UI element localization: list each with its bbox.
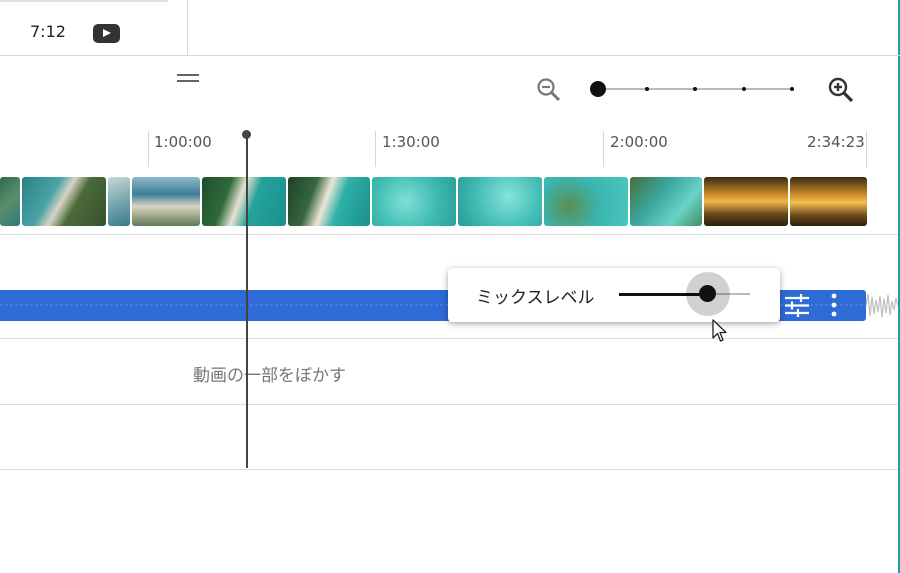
zoom-in-icon[interactable] bbox=[827, 76, 855, 104]
mix-level-popup: ミックスレベル bbox=[448, 268, 780, 322]
ruler-label: 2:34:23 bbox=[807, 133, 865, 151]
mix-level-knob[interactable] bbox=[699, 285, 716, 302]
playhead-handle[interactable] bbox=[242, 130, 251, 139]
timeline-bottom-border bbox=[0, 469, 898, 470]
video-duration: 7:12 bbox=[30, 22, 66, 41]
ruler-label: 1:00:00 bbox=[154, 133, 212, 151]
track-divider bbox=[0, 404, 898, 405]
header-divider bbox=[187, 0, 188, 55]
video-thumbnail bbox=[372, 177, 456, 226]
blur-track-label[interactable]: 動画の一部をぼかす bbox=[193, 361, 346, 386]
tune-icon[interactable] bbox=[783, 293, 811, 318]
track-divider bbox=[0, 234, 898, 235]
zoom-step-dot bbox=[742, 87, 746, 91]
video-thumbnail bbox=[0, 177, 20, 226]
audio-waveform-tail bbox=[866, 293, 898, 318]
ruler-tick bbox=[375, 131, 376, 167]
zoom-out-icon[interactable] bbox=[536, 77, 562, 103]
video-track[interactable] bbox=[0, 177, 867, 226]
ruler-label: 2:00:00 bbox=[610, 133, 668, 151]
resize-handle-icon[interactable] bbox=[177, 74, 199, 86]
video-thumbnail bbox=[108, 177, 130, 226]
video-thumbnail bbox=[630, 177, 702, 226]
video-thumbnail bbox=[132, 177, 200, 226]
zoom-step-dot bbox=[645, 87, 649, 91]
track-divider bbox=[0, 338, 898, 339]
video-thumbnail bbox=[202, 177, 286, 226]
youtube-icon[interactable] bbox=[93, 24, 120, 43]
mix-level-label: ミックスレベル bbox=[476, 288, 595, 308]
video-thumbnail bbox=[22, 177, 106, 226]
ruler-tick bbox=[148, 131, 149, 167]
video-thumbnail bbox=[458, 177, 542, 226]
video-info-header: 7:12 bbox=[0, 0, 900, 56]
zoom-step-dot bbox=[693, 87, 697, 91]
ruler-tick bbox=[603, 131, 604, 167]
zoom-step-dot bbox=[790, 87, 794, 91]
ruler-tick bbox=[866, 131, 867, 167]
video-thumbnail bbox=[790, 177, 867, 226]
video-thumbnail bbox=[544, 177, 628, 226]
playhead[interactable] bbox=[246, 136, 248, 468]
more-vertical-icon[interactable] bbox=[829, 292, 839, 318]
zoom-slider-knob[interactable] bbox=[590, 81, 606, 97]
ruler-label: 1:30:00 bbox=[382, 133, 440, 151]
mouse-cursor-icon bbox=[712, 319, 727, 342]
video-thumbnail bbox=[288, 177, 370, 226]
header-separator bbox=[0, 0, 168, 2]
video-thumbnail bbox=[704, 177, 788, 226]
